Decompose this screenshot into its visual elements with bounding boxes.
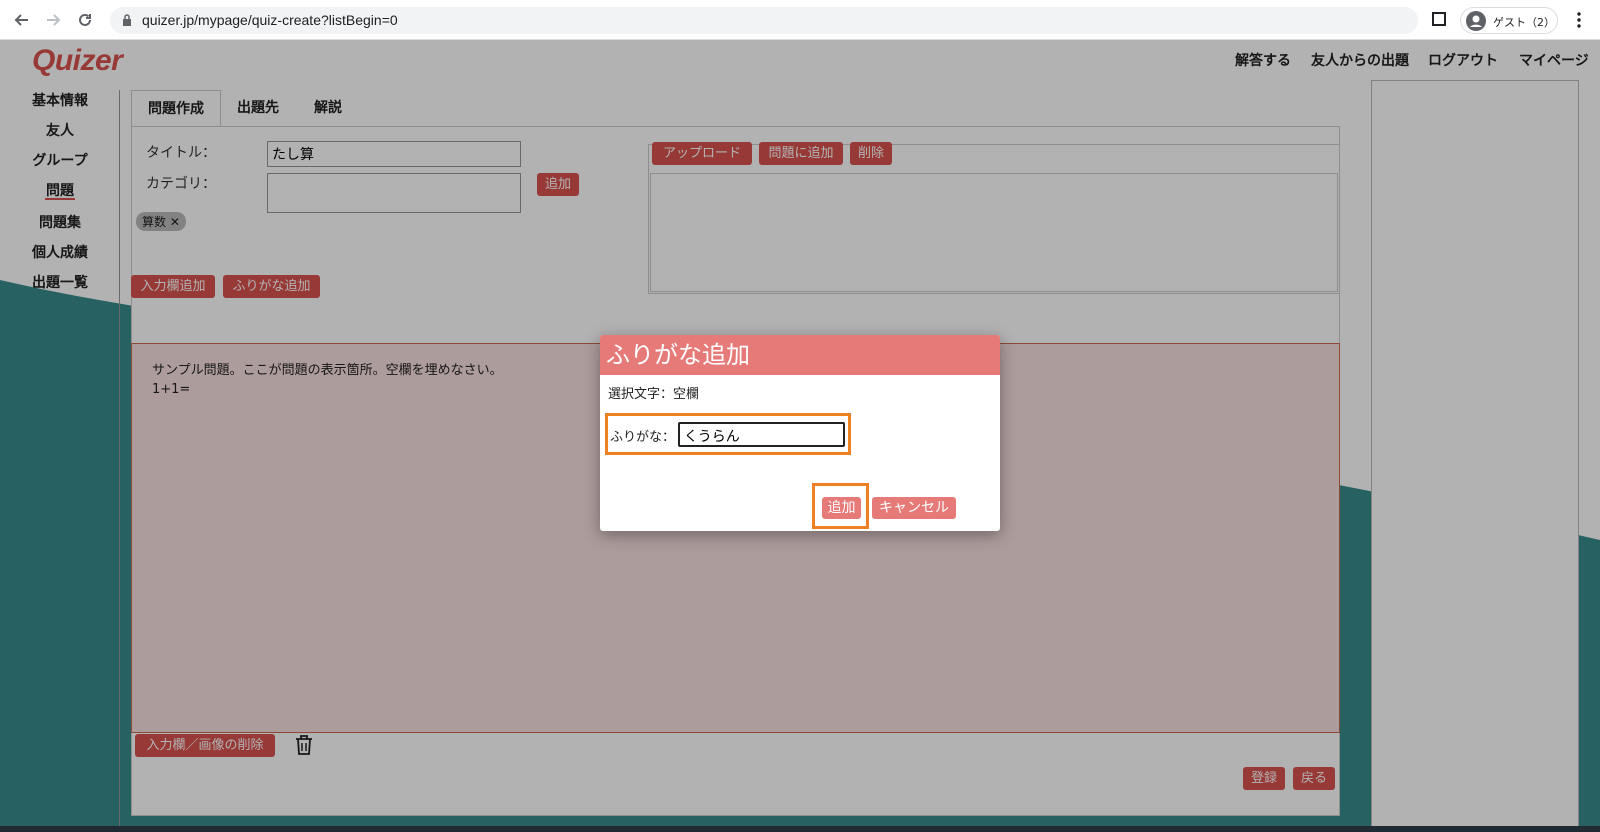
menu-kebab-icon[interactable] bbox=[1577, 12, 1581, 28]
dialog-title: ふりがな追加 bbox=[600, 335, 1000, 375]
profile-label: ゲスト（2） bbox=[1493, 16, 1555, 29]
back-arrow-icon[interactable] bbox=[10, 8, 34, 32]
furigana-input[interactable]: くうらん bbox=[678, 422, 845, 447]
tab-search-icon[interactable] bbox=[1432, 12, 1446, 26]
reload-icon[interactable] bbox=[73, 8, 97, 32]
selected-text-label: 選択文字：空欄 bbox=[608, 387, 700, 402]
lock-icon bbox=[123, 14, 131, 26]
dialog-cancel-button[interactable]: キャンセル bbox=[872, 497, 956, 519]
taskbar-strip bbox=[0, 826, 1600, 832]
avatar-icon bbox=[1466, 11, 1486, 31]
page: Quizer 解答する 友人からの出題 ログアウト マイページ 基本情報 友人 … bbox=[0, 40, 1600, 832]
furigana-dialog: ふりがな追加 選択文字：空欄 ふりがな： くうらん 追加 キャンセル bbox=[600, 335, 1000, 531]
browser-toolbar: quizer.jp/mypage/quiz-create?listBegin=0… bbox=[0, 0, 1600, 40]
dialog-add-button[interactable]: 追加 bbox=[822, 497, 861, 519]
forward-arrow-icon[interactable] bbox=[41, 8, 65, 32]
url-text: quizer.jp/mypage/quiz-create?listBegin=0 bbox=[142, 12, 398, 28]
profile-chip[interactable]: ゲスト（2） bbox=[1460, 7, 1558, 34]
furigana-label: ふりがな： bbox=[610, 430, 676, 445]
address-bar[interactable]: quizer.jp/mypage/quiz-create?listBegin=0 bbox=[110, 7, 1418, 34]
